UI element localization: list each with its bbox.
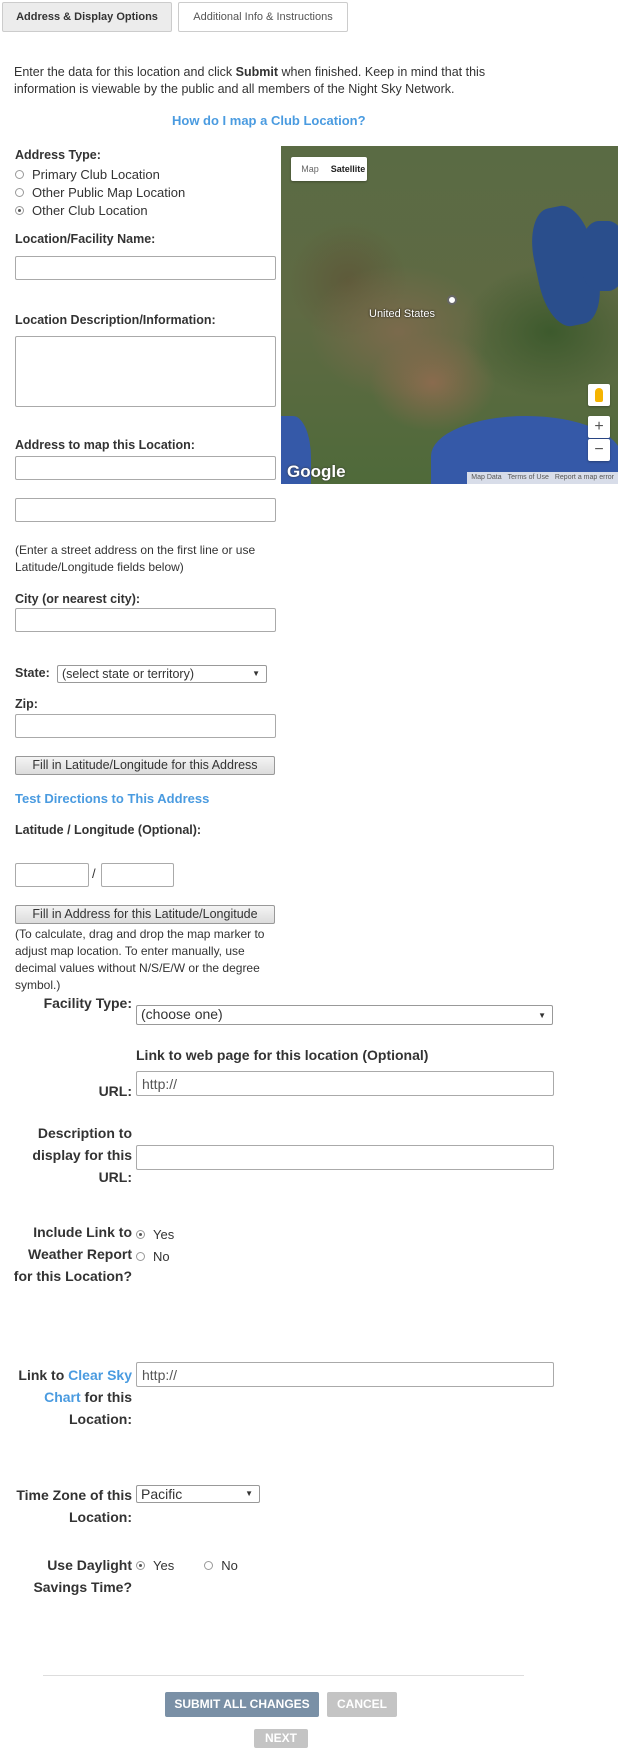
cancel-button[interactable]: CANCEL: [327, 1692, 397, 1717]
map-footer: Map Data Terms of Use Report a map error: [467, 472, 618, 484]
weather-options: Yes No: [136, 1223, 174, 1267]
chevron-down-icon: ▼: [538, 1011, 546, 1020]
location-name-input[interactable]: [15, 256, 276, 280]
clear-sky-label: Link to Clear Sky Chart for this Locatio…: [10, 1364, 132, 1430]
address-type-label: Address Type:: [15, 148, 101, 162]
weather-no-option[interactable]: No: [136, 1245, 174, 1267]
dst-yes-option[interactable]: Yes: [136, 1554, 174, 1576]
tab-additional-info[interactable]: Additional Info & Instructions: [178, 2, 348, 32]
location-map[interactable]: Map Satellite United States + − Google M…: [281, 146, 618, 484]
great-lakes-water: [581, 221, 618, 291]
intro-before: Enter the data for this location and cli…: [14, 65, 236, 79]
chevron-down-icon: ▼: [245, 1489, 253, 1498]
dst-no-option[interactable]: No: [204, 1554, 238, 1576]
city-label: City (or nearest city):: [15, 592, 141, 606]
zoom-in-button[interactable]: +: [588, 416, 610, 438]
pegman-icon[interactable]: [588, 384, 610, 406]
submit-all-changes-button[interactable]: SUBMIT ALL CHANGES: [165, 1692, 319, 1717]
url-input[interactable]: [136, 1071, 554, 1096]
state-label: State:: [15, 666, 50, 680]
time-zone-label: Time Zone of this Location:: [16, 1487, 132, 1525]
time-zone-select[interactable]: Pacific ▼: [136, 1485, 260, 1503]
facility-type-label: Facility Type:: [43, 995, 132, 1011]
time-zone-value: Pacific: [141, 1486, 183, 1502]
map-type-map-button[interactable]: Map: [291, 157, 329, 181]
weather-link-label: Include Link to Weather Report for this …: [13, 1224, 132, 1284]
form-divider: [43, 1675, 524, 1676]
address-help-text: (Enter a street address on the first lin…: [15, 543, 256, 574]
latlng-separator: /: [92, 866, 96, 881]
location-description-label: Location Description/Information:: [15, 313, 216, 327]
latitude-input[interactable]: [15, 863, 89, 887]
state-select-value: (select state or territory): [62, 667, 194, 681]
city-input[interactable]: [15, 608, 276, 632]
fill-latlng-button[interactable]: Fill in Latitude/Longitude for this Addr…: [15, 756, 275, 775]
longitude-input[interactable]: [101, 863, 174, 887]
address-line1-input[interactable]: [15, 456, 276, 480]
radio-label: Other Public Map Location: [32, 184, 186, 200]
radio-button-selected[interactable]: [136, 1560, 145, 1570]
url-label: URL:: [98, 1083, 132, 1099]
radio-button[interactable]: [136, 1251, 145, 1261]
map-marker-icon[interactable]: [447, 295, 457, 305]
how-to-map-link[interactable]: How do I map a Club Location?: [172, 113, 366, 128]
weather-yes-option[interactable]: Yes: [136, 1223, 174, 1245]
fill-address-button[interactable]: Fill in Address for this Latitude/Longit…: [15, 905, 275, 924]
chevron-down-icon: ▼: [252, 669, 260, 678]
location-name-label: Location/Facility Name:: [15, 232, 156, 246]
radio-label: Other Club Location: [32, 202, 148, 218]
url-description-label: Description to display for this URL:: [32, 1125, 132, 1185]
web-link-heading: Link to web page for this location (Opti…: [136, 1047, 429, 1063]
radio-button[interactable]: [15, 169, 24, 179]
zip-input[interactable]: [15, 714, 276, 738]
location-description-textarea[interactable]: [15, 336, 276, 407]
terms-of-use-link[interactable]: Terms of Use: [508, 472, 549, 484]
radio-label: No: [153, 1248, 170, 1264]
radio-label: Yes: [153, 1557, 175, 1573]
address-type-options: Primary Club Location Other Public Map L…: [15, 165, 185, 219]
google-logo: Google: [287, 462, 346, 481]
radio-label: Primary Club Location: [32, 166, 160, 182]
map-data-link[interactable]: Map Data: [471, 472, 501, 484]
radio-button[interactable]: [15, 187, 24, 197]
next-button[interactable]: NEXT: [254, 1729, 308, 1748]
intro-submit-word: Submit: [235, 65, 279, 79]
facility-type-value: (choose one): [141, 1006, 223, 1022]
latlng-help-text: (To calculate, drag and drop the map mar…: [15, 927, 265, 992]
radio-label: Yes: [153, 1226, 175, 1242]
zoom-out-button[interactable]: −: [588, 439, 610, 461]
tab-address-display-options[interactable]: Address & Display Options: [2, 2, 172, 32]
intro-text: Enter the data for this location and cli…: [14, 64, 534, 98]
radio-button[interactable]: [204, 1560, 214, 1570]
address-label: Address to map this Location:: [15, 438, 195, 452]
radio-button-selected[interactable]: [15, 205, 24, 215]
latlng-label: Latitude / Longitude (Optional):: [15, 823, 202, 837]
address-line2-input[interactable]: [15, 498, 276, 522]
map-country-label: United States: [369, 308, 436, 320]
url-description-input[interactable]: [136, 1145, 554, 1170]
report-map-error-link[interactable]: Report a map error: [555, 472, 614, 484]
radio-other-club-location[interactable]: Other Club Location: [15, 201, 185, 219]
zip-label: Zip:: [15, 697, 38, 711]
radio-button-selected[interactable]: [136, 1229, 145, 1239]
dst-label: Use Daylight Savings Time?: [33, 1557, 132, 1595]
facility-type-select[interactable]: (choose one) ▼: [136, 1005, 553, 1025]
radio-primary-club-location[interactable]: Primary Club Location: [15, 165, 185, 183]
state-select[interactable]: (select state or territory) ▼: [57, 665, 267, 683]
radio-label: No: [221, 1557, 238, 1573]
radio-other-public-map-location[interactable]: Other Public Map Location: [15, 183, 185, 201]
dst-options: Yes No: [136, 1554, 238, 1576]
map-type-satellite-button[interactable]: Satellite: [329, 157, 367, 181]
clear-sky-url-input[interactable]: [136, 1362, 554, 1387]
test-directions-link[interactable]: Test Directions to This Address: [15, 791, 209, 806]
clear-sky-label-before: Link to: [18, 1367, 65, 1383]
map-type-control[interactable]: Map Satellite: [291, 157, 367, 181]
